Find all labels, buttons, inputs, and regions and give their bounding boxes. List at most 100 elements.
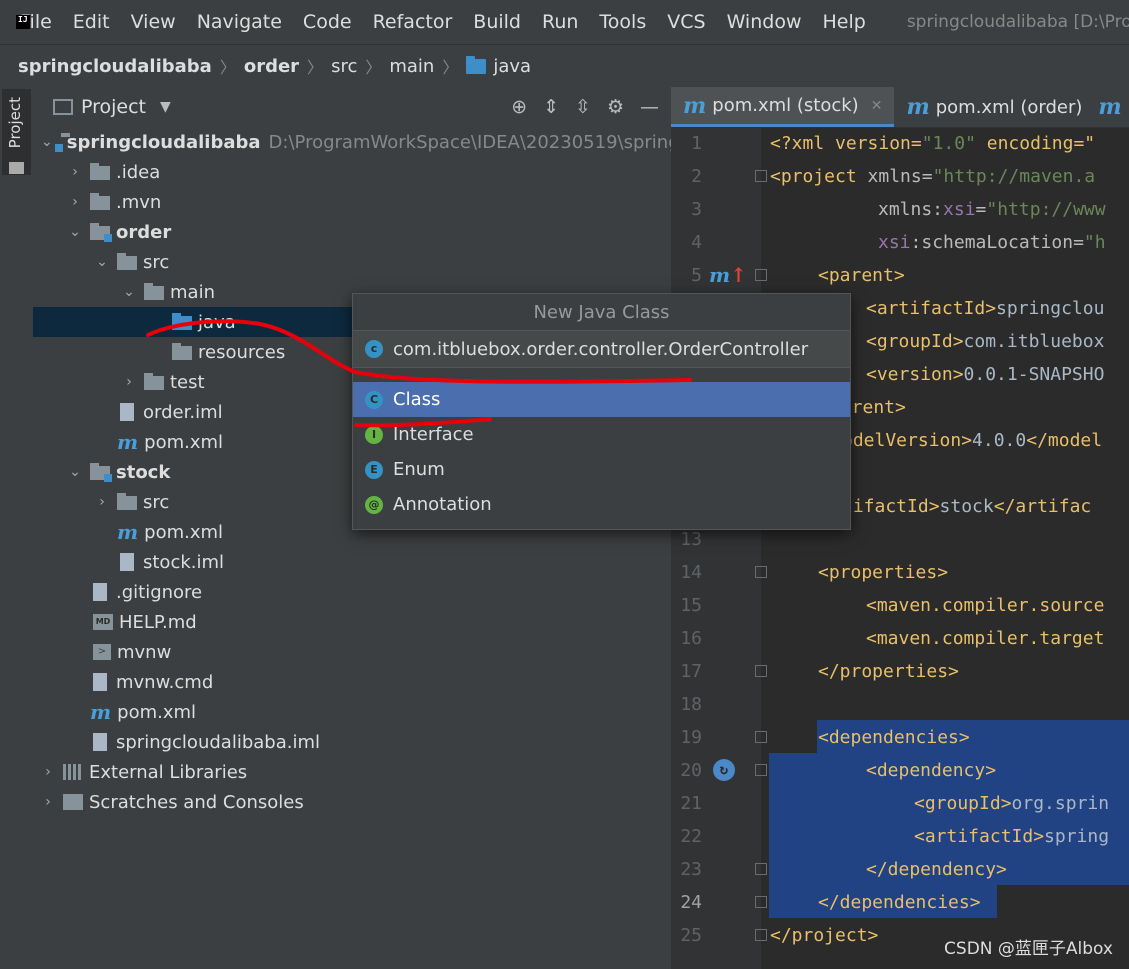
fold-icon[interactable] xyxy=(755,896,767,908)
tree-item-root-pom[interactable]: m pom.xml xyxy=(33,697,671,727)
fold-icon[interactable] xyxy=(755,665,767,677)
dependency-update-icon[interactable]: ↻ xyxy=(713,759,735,781)
fold-icon[interactable] xyxy=(755,863,767,875)
menu-edit[interactable]: Edit xyxy=(73,11,110,33)
kind-class[interactable]: C Class xyxy=(353,382,850,417)
class-name-input[interactable]: c com.itbluebox.order.controller.OrderCo… xyxy=(353,330,850,368)
code-line[interactable]: 19 <dependencies> xyxy=(671,721,1129,754)
code-token: xmlns: xyxy=(878,199,944,220)
fold-icon[interactable] xyxy=(755,929,767,941)
tree-item-scratches[interactable]: › Scratches and Consoles xyxy=(33,787,671,817)
line-number: 21 xyxy=(680,793,702,814)
menu-build[interactable]: Build xyxy=(473,11,521,33)
tree-item-label: .idea xyxy=(116,161,161,183)
code-line[interactable]: 4 xsi:schemaLocation="h xyxy=(671,226,1129,259)
tree-item-idea[interactable]: › .idea xyxy=(33,157,671,187)
menu-tools[interactable]: Tools xyxy=(599,11,646,33)
breadcrumb-item[interactable]: order xyxy=(244,56,299,77)
code-line[interactable]: 23 </dependency> xyxy=(671,853,1129,886)
tree-item-external-libraries[interactable]: › External Libraries xyxy=(33,757,671,787)
line-number: 25 xyxy=(680,925,702,946)
chevron-down-icon[interactable]: ⌄ xyxy=(41,134,53,150)
menu-vcs[interactable]: VCS xyxy=(667,11,705,33)
new-java-class-popup: New Java Class c com.itbluebox.order.con… xyxy=(352,293,851,530)
code-line[interactable]: 5 m↑ <parent> xyxy=(671,259,1129,292)
code-line[interactable]: 24 </dependencies> xyxy=(671,886,1129,919)
line-number: 23 xyxy=(680,859,702,880)
chevron-right-icon[interactable]: › xyxy=(122,374,136,390)
code-line[interactable]: 1 <?xml version="1.0" encoding=" xyxy=(671,127,1129,160)
menu-bar: IJ File Edit View Navigate Code Refactor… xyxy=(0,0,1129,44)
menu-window[interactable]: Window xyxy=(727,11,802,33)
gear-icon[interactable]: ⚙ xyxy=(607,96,624,118)
library-icon xyxy=(63,764,83,780)
close-icon[interactable]: ✕ xyxy=(871,98,883,114)
menu-refactor[interactable]: Refactor xyxy=(373,11,453,33)
tree-item-stock-iml[interactable]: stock.iml xyxy=(33,547,671,577)
menu-view[interactable]: View xyxy=(131,11,176,33)
chevron-down-icon[interactable]: ⌄ xyxy=(95,254,109,270)
fold-icon[interactable] xyxy=(755,566,767,578)
tree-item-order[interactable]: ⌄ order xyxy=(33,217,671,247)
breadcrumb-item[interactable]: java xyxy=(493,56,531,77)
menu-code[interactable]: Code xyxy=(303,11,352,33)
chevron-right-icon[interactable]: › xyxy=(68,164,82,180)
code-line[interactable]: 18 xyxy=(671,688,1129,721)
code-line[interactable]: 16 <maven.compiler.target xyxy=(671,622,1129,655)
tree-item-help-md[interactable]: MD HELP.md xyxy=(33,607,671,637)
code-line[interactable]: 3 xmlns:xsi="http://www xyxy=(671,193,1129,226)
chevron-down-icon[interactable]: ⌄ xyxy=(122,284,136,300)
code-line[interactable]: 17 </properties> xyxy=(671,655,1129,688)
code-line[interactable]: 22 <artifactId>spring xyxy=(671,820,1129,853)
kind-enum[interactable]: E Enum xyxy=(353,452,850,487)
dropdown-caret-icon[interactable]: ▼ xyxy=(160,99,171,115)
fold-icon[interactable] xyxy=(755,170,767,182)
tree-item-label: pom.xml xyxy=(117,701,197,723)
chevron-right-icon[interactable]: › xyxy=(41,764,55,780)
project-panel-title[interactable]: Project xyxy=(81,96,146,118)
module-folder-icon xyxy=(90,223,112,242)
code-line[interactable]: 21 <groupId>org.sprin xyxy=(671,787,1129,820)
maven-parent-gutter-icon[interactable]: m↑ xyxy=(709,263,747,287)
code-line[interactable]: 15 <maven.compiler.source xyxy=(671,589,1129,622)
code-line[interactable]: 20 ↻ <dependency> xyxy=(671,754,1129,787)
chevron-right-icon[interactable]: › xyxy=(41,794,55,810)
fold-icon[interactable] xyxy=(755,764,767,776)
tree-item-mvnw-cmd[interactable]: mvnw.cmd xyxy=(33,667,671,697)
tree-item-src[interactable]: ⌄ src xyxy=(33,247,671,277)
breadcrumb-item[interactable]: main xyxy=(389,56,434,77)
chevron-right-icon[interactable]: › xyxy=(68,194,82,210)
chevron-down-icon[interactable]: ⌄ xyxy=(68,224,82,240)
chevron-down-icon[interactable]: ⌄ xyxy=(68,464,82,480)
code-token: <artifactId> xyxy=(914,826,1045,847)
tree-item-mvnw[interactable]: > mvnw xyxy=(33,637,671,667)
code-token: <parent> xyxy=(818,265,905,286)
tab-pom-stock[interactable]: m pom.xml (stock) ✕ xyxy=(671,87,895,127)
kind-interface[interactable]: I Interface xyxy=(353,417,850,452)
fold-icon[interactable] xyxy=(755,269,767,281)
project-tool-label[interactable]: Project xyxy=(6,97,24,148)
chevron-right-icon[interactable]: › xyxy=(95,494,109,510)
tree-item-gitignore[interactable]: .gitignore xyxy=(33,577,671,607)
tree-item-root-iml[interactable]: springcloudalibaba.iml xyxy=(33,727,671,757)
folder-icon xyxy=(117,253,137,270)
locate-icon[interactable]: ⊕ xyxy=(511,96,527,118)
line-number: 1 xyxy=(691,133,702,154)
menu-navigate[interactable]: Navigate xyxy=(197,11,282,33)
tree-item-root[interactable]: ⌄ springcloudalibaba D:\ProgramWorkSpace… xyxy=(33,127,690,157)
menu-help[interactable]: Help xyxy=(822,11,865,33)
breadcrumb-item[interactable]: springcloudalibaba xyxy=(18,56,212,77)
fold-icon[interactable] xyxy=(755,731,767,743)
tab-pom-order[interactable]: m pom.xml (order) xyxy=(894,87,1094,127)
kind-annotation[interactable]: @ Annotation xyxy=(353,487,850,522)
breadcrumb-item[interactable]: src xyxy=(331,56,357,77)
menu-run[interactable]: Run xyxy=(542,11,578,33)
code-line[interactable]: 2 <project xmlns="http://maven.a xyxy=(671,160,1129,193)
tree-item-mvn[interactable]: › .mvn xyxy=(33,187,671,217)
collapse-all-icon[interactable]: ⇳ xyxy=(575,96,591,118)
tab-more[interactable]: m xyxy=(1094,87,1129,127)
code-token: encoding=" xyxy=(975,133,1096,154)
code-line[interactable]: 14 <properties> xyxy=(671,556,1129,589)
hide-icon[interactable]: — xyxy=(640,96,659,118)
expand-all-icon[interactable]: ⇕ xyxy=(543,96,559,118)
